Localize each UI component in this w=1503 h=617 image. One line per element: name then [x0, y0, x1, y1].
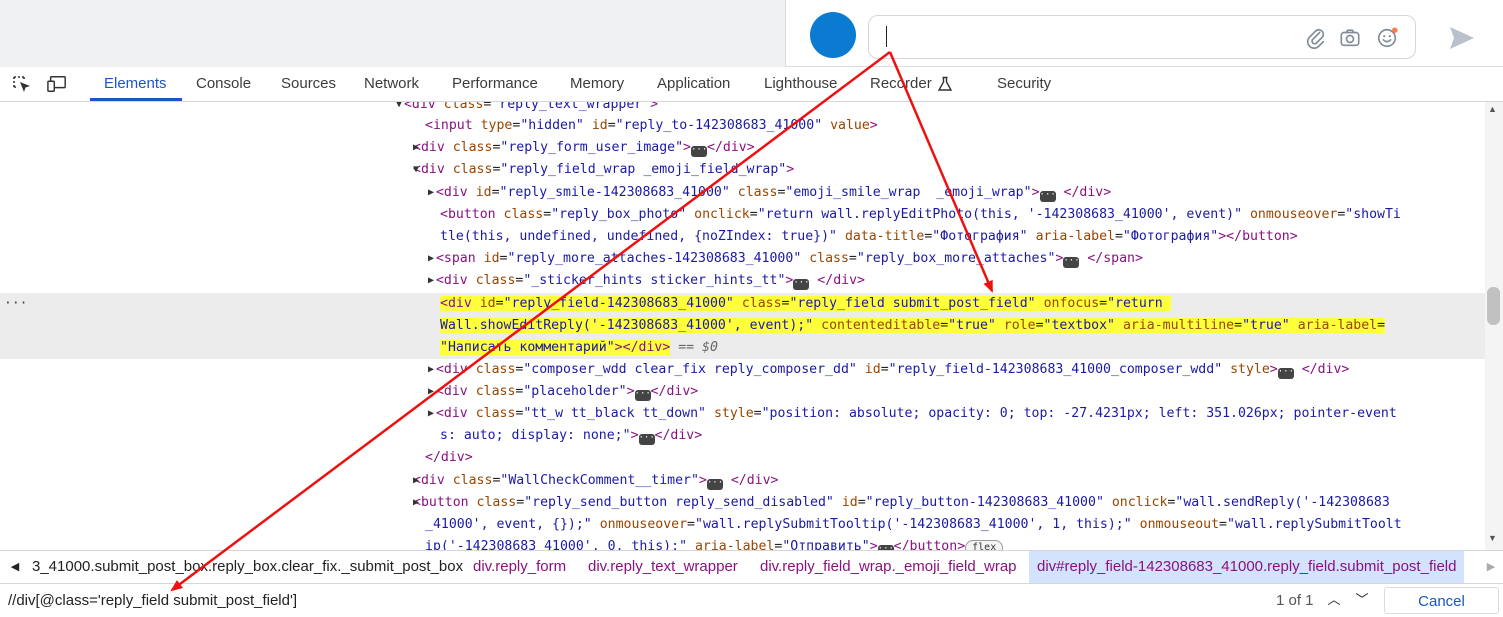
- tab-elements[interactable]: Elements: [104, 67, 167, 101]
- tab-application[interactable]: Application: [657, 67, 730, 101]
- tree-line[interactable]: <button class="reply_box_photo" onclick=…: [440, 204, 1401, 226]
- smile-icon[interactable]: [1376, 27, 1398, 49]
- collapsed-content-icon[interactable]: ···: [690, 146, 707, 157]
- tab-console[interactable]: Console: [196, 67, 251, 101]
- tree-line[interactable]: ip('-142308683_41000', 0, this);" aria-l…: [425, 536, 1004, 550]
- tab-sources[interactable]: Sources: [281, 67, 336, 101]
- tree-line[interactable]: ▶ <div class="composer_wdd clear_fix rep…: [428, 359, 1349, 381]
- collapsed-content-icon[interactable]: ···: [706, 479, 723, 490]
- tree-line[interactable]: tle(this, undefined, undefined, {noZInde…: [440, 226, 1298, 248]
- chevron-up-icon[interactable]: ︿: [1322, 588, 1346, 612]
- device-toolbar-icon[interactable]: [47, 75, 67, 93]
- collapsed-content-icon[interactable]: ···: [793, 279, 810, 290]
- selected-node-line[interactable]: "Написать комментарий"></div> == $0: [440, 337, 718, 359]
- tree-line[interactable]: ▶ <div id="reply_smile-142308683_41000" …: [428, 182, 1111, 204]
- chevron-down-icon[interactable]: ﹀: [1350, 588, 1374, 612]
- reply-input[interactable]: [868, 15, 1416, 59]
- tab-security[interactable]: Security: [997, 67, 1051, 101]
- collapsed-content-icon[interactable]: ···: [1039, 191, 1056, 202]
- breadcrumb-item[interactable]: div.reply_field_wrap._emoji_field_wrap: [760, 551, 1017, 583]
- search-input[interactable]: [4, 587, 1272, 614]
- reply-composer: [785, 0, 1503, 67]
- scrollbar-thumb[interactable]: [1487, 287, 1500, 325]
- collapsed-content-icon[interactable]: ···: [1063, 257, 1080, 268]
- tree-line[interactable]: <input type="hidden" id="reply_to-142308…: [425, 115, 878, 137]
- tab-performance[interactable]: Performance: [452, 67, 538, 101]
- paperclip-icon[interactable]: [1305, 27, 1327, 49]
- tree-line[interactable]: ▶ <div class="reply_form_user_image">···<…: [413, 137, 755, 159]
- text-caret: [886, 26, 887, 47]
- breadcrumb-scroll-right-icon[interactable]: ▶: [1480, 551, 1502, 583]
- dom-search-bar: 1 of 1 ︿ ﹀ Cancel: [0, 583, 1503, 617]
- cancel-button[interactable]: Cancel: [1384, 587, 1499, 614]
- scroll-up-icon[interactable]: ▲: [1488, 104, 1497, 114]
- collapsed-content-icon[interactable]: ···: [634, 390, 651, 401]
- breadcrumb-item[interactable]: div.reply_text_wrapper: [588, 551, 738, 583]
- tree-scrollbar[interactable]: [1485, 102, 1503, 550]
- send-icon[interactable]: [1448, 25, 1476, 51]
- tree-line[interactable]: ▶ <div class="placeholder">···</div>: [428, 381, 698, 403]
- active-tab-indicator: [90, 98, 182, 101]
- tree-line[interactable]: ▶ <span id="reply_more_attaches-14230868…: [428, 248, 1143, 270]
- tree-line[interactable]: ▶ <button class="reply_send_button reply_…: [413, 492, 1390, 514]
- tree-line[interactable]: ▶ <div class="tt_w tt_black tt_down" sty…: [428, 403, 1397, 425]
- tab-memory[interactable]: Memory: [570, 67, 624, 101]
- tree-line[interactable]: ▼ <div class="reply_text_wrapper">: [396, 102, 658, 116]
- tab-recorder[interactable]: Recorder: [870, 67, 932, 101]
- tree-line[interactable]: </div>: [425, 447, 473, 469]
- avatar[interactable]: [810, 12, 856, 58]
- tree-line[interactable]: _41000', event, {});" onmouseover="wall.…: [425, 514, 1402, 536]
- tab-lighthouse[interactable]: Lighthouse: [764, 67, 837, 101]
- tree-line[interactable]: ▶ <div class="_sticker_hints sticker_hin…: [428, 270, 865, 292]
- selected-node-line[interactable]: Wall.showEditReply('-142308683_41000', e…: [440, 315, 1386, 337]
- search-match-count: 1 of 1: [1276, 592, 1314, 609]
- breadcrumb-scroll-left-icon[interactable]: ◀: [4, 551, 26, 583]
- flex-badge[interactable]: flex: [965, 540, 1004, 550]
- flask-icon: [937, 76, 953, 91]
- devtools-tab-bar: Elements Console Sources Network Perform…: [0, 67, 1503, 102]
- tree-line[interactable]: s: auto; display: none;">···</div>: [440, 425, 702, 447]
- breadcrumb: ◀ 3_41000.submit_post_box.reply_box.clea…: [0, 550, 1503, 583]
- node-menu-icon[interactable]: ···: [4, 296, 27, 311]
- dollar-zero-marker: == $0: [678, 340, 718, 355]
- inspect-element-icon[interactable]: [12, 75, 32, 93]
- breadcrumb-item[interactable]: 3_41000.submit_post_box.reply_box.clear_…: [32, 551, 463, 583]
- selected-node-line[interactable]: <div id="reply_field-142308683_41000" cl…: [440, 293, 1171, 315]
- elements-tree: ··· ▼ <div class="reply_text_wrapper"> <…: [0, 102, 1485, 550]
- scroll-down-icon[interactable]: ▼: [1488, 533, 1497, 543]
- collapsed-content-icon[interactable]: ···: [1277, 368, 1294, 379]
- breadcrumb-item[interactable]: div.reply_form: [473, 551, 566, 583]
- breadcrumb-item-selected[interactable]: div#reply_field-142308683_41000.reply_fi…: [1029, 551, 1465, 583]
- tree-line[interactable]: ▼ <div class="reply_field_wrap _emoji_fie…: [413, 159, 794, 181]
- collapsed-content-icon[interactable]: ···: [638, 434, 655, 445]
- tab-network[interactable]: Network: [364, 67, 419, 101]
- camera-icon[interactable]: [1339, 27, 1361, 49]
- tree-line[interactable]: ▶ <div class="WallCheckComment__timer">··…: [413, 470, 779, 492]
